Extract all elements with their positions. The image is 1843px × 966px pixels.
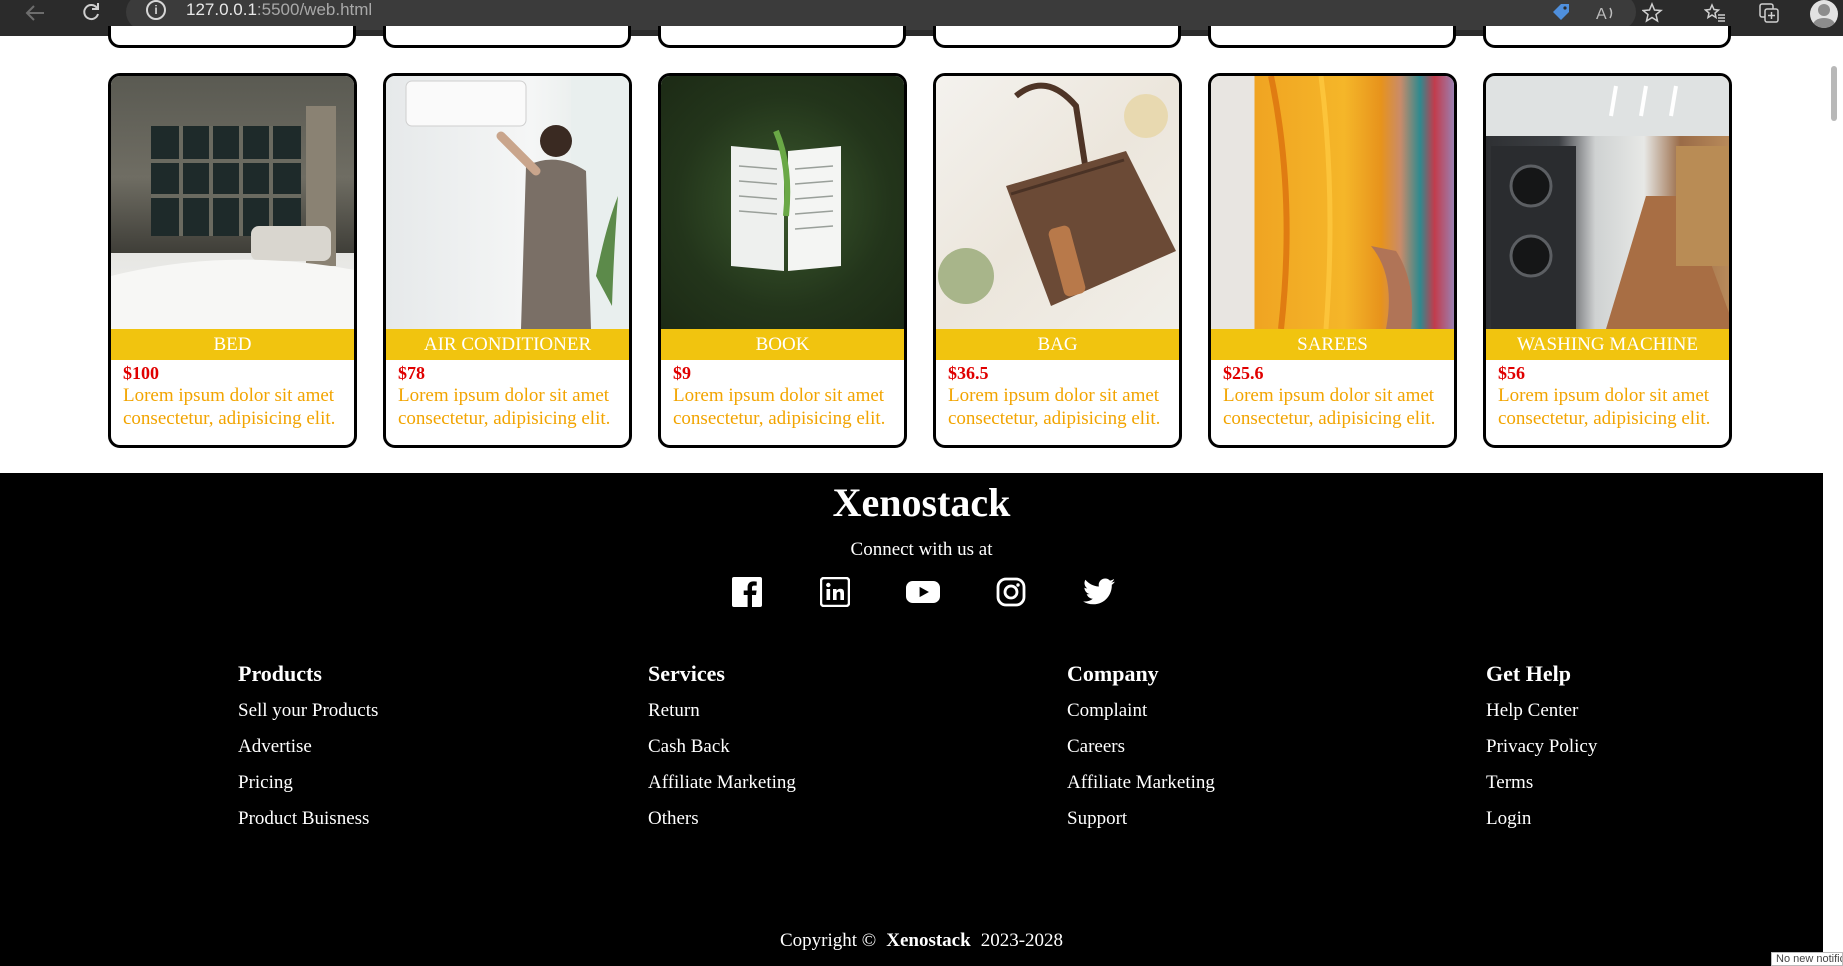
column-title: Products <box>238 661 322 686</box>
product-name: BED <box>111 329 354 360</box>
partial-card <box>658 26 906 48</box>
footer-link[interactable]: Others <box>648 801 796 837</box>
footer-link[interactable]: Sell your Products <box>238 693 378 729</box>
read-aloud-icon[interactable]: A <box>1594 0 1620 26</box>
footer-column-services: Services Return Cash Back Affiliate Mark… <box>648 661 796 837</box>
reload-icon[interactable] <box>76 0 106 26</box>
profile-icon[interactable] <box>1810 0 1838 28</box>
footer-link[interactable]: Pricing <box>238 765 378 801</box>
add-favorite-icon[interactable] <box>1640 0 1666 26</box>
footer-link[interactable]: Return <box>648 693 796 729</box>
instagram-icon[interactable] <box>994 575 1028 609</box>
product-name: SAREES <box>1211 329 1454 360</box>
scrollbar[interactable] <box>1823 36 1843 966</box>
footer-link[interactable]: Cash Back <box>648 729 796 765</box>
collections-icon[interactable] <box>1756 0 1782 26</box>
product-price: $36.5 <box>948 363 989 383</box>
copyright-years: 2023-2028 <box>980 930 1064 951</box>
partial-card <box>933 26 1181 48</box>
footer-link[interactable]: Affiliate Marketing <box>648 765 796 801</box>
product-price: $56 <box>1498 363 1525 383</box>
linkedin-icon[interactable] <box>818 575 852 609</box>
svg-text:A: A <box>1596 6 1607 22</box>
copyright-brand: Xenostack <box>886 930 971 951</box>
product-price: $25.6 <box>1223 363 1264 383</box>
product-image <box>111 76 354 329</box>
product-name: AIR CONDITIONER <box>386 329 629 360</box>
product-name: BOOK <box>661 329 904 360</box>
column-title: Company <box>1067 661 1159 686</box>
copyright: Copyright © Xenostack 2023-2028 <box>0 930 1843 952</box>
youtube-icon[interactable] <box>906 575 940 609</box>
twitter-icon[interactable] <box>1082 575 1116 609</box>
footer-link[interactable]: Login <box>1486 801 1597 837</box>
product-price: $100 <box>123 363 159 383</box>
footer-link[interactable]: Product Buisness <box>238 801 378 837</box>
product-card-washing-machine[interactable]: WASHING MACHINE $56 Lorem ipsum dolor si… <box>1483 73 1732 448</box>
product-description: Lorem ipsum dolor sit amet consectetur, … <box>123 385 336 429</box>
product-description: Lorem ipsum dolor sit amet consectetur, … <box>1223 385 1436 429</box>
footer-link[interactable]: Affiliate Marketing <box>1067 765 1215 801</box>
footer-brand: Xenostack <box>832 480 1011 525</box>
product-image <box>936 76 1179 329</box>
footer-link[interactable]: Help Center <box>1486 693 1597 729</box>
partial-card <box>383 26 631 48</box>
product-image <box>1486 76 1729 329</box>
tag-icon[interactable] <box>1548 0 1574 26</box>
footer-link[interactable]: Complaint <box>1067 693 1215 729</box>
partial-card <box>108 26 356 48</box>
product-image <box>661 76 904 329</box>
product-image <box>1211 76 1454 329</box>
product-card-bed[interactable]: BED $100 Lorem ipsum dolor sit amet cons… <box>108 73 357 448</box>
product-description: Lorem ipsum dolor sit amet consectetur, … <box>398 385 611 429</box>
product-description: Lorem ipsum dolor sit amet consectetur, … <box>948 385 1161 429</box>
product-description: Lorem ipsum dolor sit amet consectetur, … <box>673 385 886 429</box>
column-title: Get Help <box>1486 661 1571 686</box>
product-price: $78 <box>398 363 425 383</box>
column-title: Services <box>648 661 725 686</box>
product-image <box>386 76 629 329</box>
footer-link[interactable]: Careers <box>1067 729 1215 765</box>
notification-toast: No new notifications <box>1771 952 1843 966</box>
product-card-air-conditioner[interactable]: AIR CONDITIONER $78 Lorem ipsum dolor si… <box>383 73 632 448</box>
product-card-sarees[interactable]: SAREES $25.6 Lorem ipsum dolor sit amet … <box>1208 73 1457 448</box>
product-name: WASHING MACHINE <box>1486 329 1729 360</box>
footer-column-company: Company Complaint Careers Affiliate Mark… <box>1067 661 1215 837</box>
product-description: Lorem ipsum dolor sit amet consectetur, … <box>1498 385 1711 429</box>
product-card-book[interactable]: BOOK $9 Lorem ipsum dolor sit amet conse… <box>658 73 907 448</box>
connect-text: Connect with us at <box>850 539 993 560</box>
back-arrow-icon[interactable] <box>20 0 50 26</box>
info-icon[interactable]: i <box>146 0 166 20</box>
product-card-bag[interactable]: BAG $36.5 Lorem ipsum dolor sit amet con… <box>933 73 1182 448</box>
footer: Xenostack Connect with us at Products Se… <box>0 473 1823 966</box>
product-name: BAG <box>936 329 1179 360</box>
copyright-prefix: Copyright © <box>779 930 877 951</box>
footer-link[interactable]: Support <box>1067 801 1215 837</box>
footer-link[interactable]: Privacy Policy <box>1486 729 1597 765</box>
footer-column-products: Products Sell your Products Advertise Pr… <box>238 661 378 837</box>
footer-link[interactable]: Advertise <box>238 729 378 765</box>
social-links <box>730 575 1116 609</box>
partial-card <box>1483 26 1731 48</box>
scrollbar-thumb[interactable] <box>1831 66 1837 121</box>
favorites-icon[interactable] <box>1702 0 1728 26</box>
product-price: $9 <box>673 363 691 383</box>
partial-card <box>1208 26 1456 48</box>
facebook-icon[interactable] <box>730 575 764 609</box>
url-text[interactable]: 127.0.0.1:5500/web.html <box>186 0 372 20</box>
footer-link[interactable]: Terms <box>1486 765 1597 801</box>
footer-column-get-help: Get Help Help Center Privacy Policy Term… <box>1486 661 1597 837</box>
